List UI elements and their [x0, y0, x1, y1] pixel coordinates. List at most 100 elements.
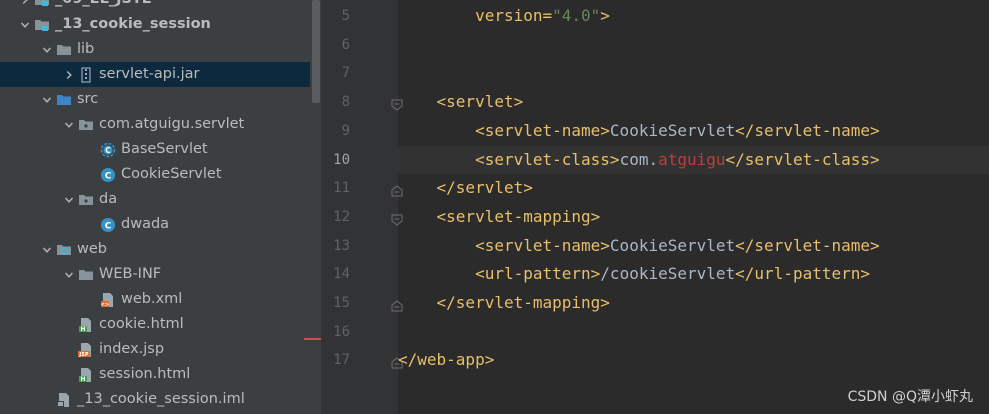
svg-text:H: H [80, 326, 85, 333]
code-line[interactable]: </servlet> [398, 174, 989, 202]
error-stripe-mark[interactable] [304, 338, 321, 340]
package-icon [77, 191, 95, 209]
html-file-icon: H [77, 366, 95, 384]
xml-file-icon: <> [99, 291, 117, 309]
line-number: 7 [341, 65, 350, 82]
code-line[interactable]: <servlet-name>CookieServlet</servlet-nam… [398, 232, 989, 260]
code-token: CookieServlet [609, 235, 736, 255]
tree-item[interactable]: Hsession.html [0, 362, 310, 387]
code-editor[interactable]: version="4.0"> <servlet> <servlet-name>C… [398, 0, 989, 414]
tree-item[interactable]: C BaseServlet [0, 137, 310, 162]
project-tree-scrollbar[interactable] [310, 0, 321, 414]
svg-text:H: H [80, 376, 85, 383]
chevron-down-icon[interactable] [61, 262, 77, 287]
svg-text:JSP: JSP [78, 352, 88, 358]
code-token: <url-pattern> [398, 264, 601, 284]
code-line[interactable]: </servlet-mapping> [398, 289, 989, 317]
tree-item[interactable]: src [0, 87, 310, 112]
code-token: </url-pattern> [735, 264, 871, 284]
tree-item[interactable]: web [0, 237, 310, 262]
tree-item[interactable]: _09_EL_JSTL [0, 0, 310, 12]
tree-item[interactable]: da [0, 187, 310, 212]
code-line[interactable]: <servlet-mapping> [398, 203, 989, 231]
tree-item-label: web.xml [121, 291, 183, 307]
code-token: </servlet> [398, 178, 533, 198]
svg-text:<>: <> [101, 302, 109, 308]
svg-text:C: C [105, 221, 112, 231]
tree-item-label: da [99, 191, 118, 207]
code-line[interactable] [398, 31, 989, 59]
tree-item-label: src [77, 91, 99, 107]
line-number: 11 [333, 180, 350, 197]
tree-item-label: WEB-INF [99, 266, 162, 282]
tree-item[interactable]: servlet-api.jar [0, 62, 310, 87]
tree-item-label: dwada [121, 216, 170, 232]
package-icon [77, 116, 95, 134]
tree-item[interactable]: _13_cookie_session [0, 12, 310, 37]
tree-item[interactable]: lib [0, 37, 310, 62]
code-line[interactable] [398, 318, 989, 346]
jar-icon [77, 66, 95, 84]
code-line[interactable]: </web-app> [398, 346, 989, 374]
tree-item-label: lib [77, 41, 95, 57]
line-number: 16 [333, 323, 350, 340]
code-line[interactable]: <servlet-class>com.atguigu</servlet-clas… [398, 145, 989, 174]
tree-item-label: session.html [99, 366, 191, 382]
chevron-down-icon[interactable] [17, 12, 33, 37]
line-number: 5 [341, 8, 350, 24]
chevron-down-icon[interactable] [39, 237, 55, 262]
code-line[interactable]: <servlet-name>CookieServlet</servlet-nam… [398, 117, 989, 145]
line-number: 15 [333, 295, 350, 311]
chevron-down-icon[interactable] [39, 37, 55, 62]
line-number: 17 [333, 352, 350, 369]
tree-item[interactable]: com.atguigu.servlet [0, 112, 310, 137]
code-line[interactable]: version="4.0"> [398, 2, 989, 30]
code-token: com. [619, 149, 659, 169]
chevron-right-icon[interactable] [17, 0, 33, 12]
watermark: CSDN @Q潭小虾丸 [847, 389, 973, 405]
code-token: "4.0" [552, 6, 601, 25]
code-line[interactable] [398, 59, 989, 87]
module-folder-icon [33, 0, 51, 9]
folder-icon [77, 266, 95, 284]
jsp-file-icon: JSP [77, 341, 95, 359]
chevron-down-icon[interactable] [61, 187, 77, 212]
html-file-icon: H [77, 316, 95, 334]
svg-text:C: C [105, 171, 112, 181]
tree-item[interactable]: <> web.xml [0, 287, 310, 312]
tree-item[interactable]: C CookieServlet [0, 162, 310, 187]
chevron-right-icon[interactable] [61, 62, 77, 87]
code-token: <servlet> [398, 92, 524, 112]
line-number: 6 [341, 36, 350, 53]
tree-item[interactable]: _13_cookie_session.iml [0, 387, 310, 412]
scrollbar-thumb[interactable] [312, 0, 320, 103]
tree-item-label: index.jsp [99, 341, 165, 357]
code-line[interactable]: <servlet> [398, 88, 989, 116]
code-token: </web-app> [398, 350, 495, 370]
tree-item[interactable]: JSP index.jsp [0, 337, 310, 362]
tree-item-label: BaseServlet [121, 141, 208, 157]
chevron-down-icon[interactable] [39, 87, 55, 112]
source-folder-icon [55, 91, 73, 109]
tree-item-label: com.atguigu.servlet [99, 116, 245, 132]
code-token: <servlet-mapping> [398, 206, 601, 226]
tree-item[interactable]: Cdwada [0, 212, 310, 237]
line-number: 9 [341, 122, 350, 139]
tree-item-label: _09_EL_JSTL [55, 0, 151, 12]
chevron-down-icon[interactable] [61, 112, 77, 137]
code-token: /cookieServlet [600, 264, 736, 284]
abstract-class-icon: C [99, 141, 117, 159]
line-number: 10 [333, 151, 350, 168]
module-folder-icon [33, 16, 51, 34]
tree-item[interactable]: Hcookie.html [0, 312, 310, 337]
code-token: CookieServlet [609, 120, 736, 140]
code-line[interactable]: <url-pattern>/cookieServlet</url-pattern… [398, 260, 989, 288]
tree-item[interactable]: WEB-INF [0, 262, 310, 287]
tree-item-label: servlet-api.jar [99, 66, 200, 82]
